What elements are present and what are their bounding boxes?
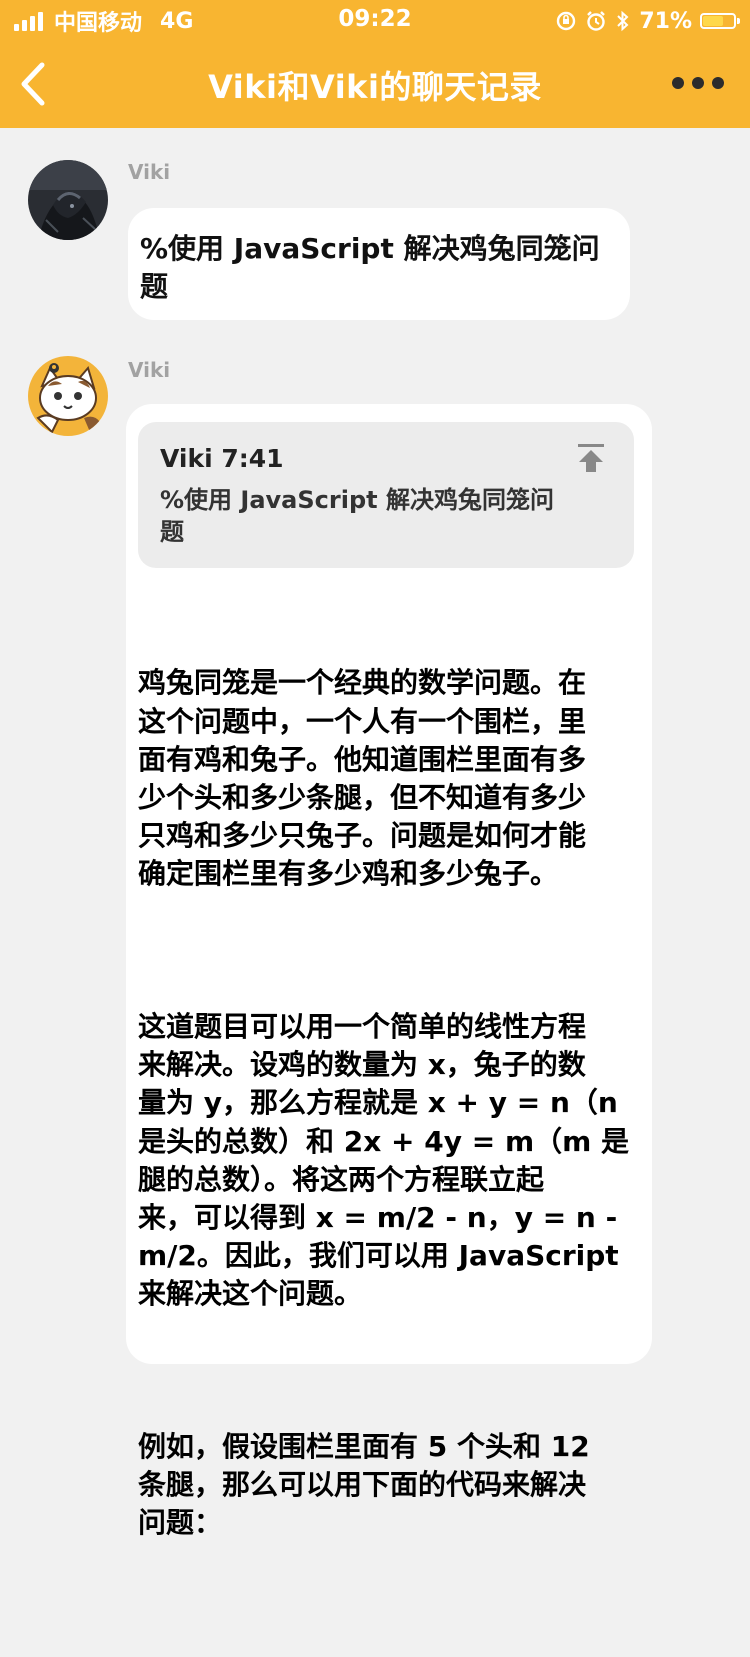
- avatar[interactable]: [28, 160, 108, 240]
- status-right: 71%: [555, 6, 740, 36]
- quoted-message[interactable]: Viki 7:41 %使用 JavaScript 解决鸡兔同笼问 题: [138, 422, 634, 568]
- status-bar: 中国移动 4G 09:22 71%: [0, 0, 750, 40]
- scroll-to-top-icon[interactable]: [576, 442, 606, 474]
- dark-anime-avatar-icon: [28, 160, 108, 240]
- page-title: Viki和Viki的聊天记录: [208, 68, 542, 106]
- dot-icon: [712, 77, 724, 89]
- reply-paragraph: 鸡兔同笼是一个经典的数学问题。在 这个问题中，一个人有一个围栏，里 面有鸡和兔子…: [138, 666, 587, 891]
- avatar[interactable]: [28, 356, 108, 436]
- nav-bar: Viki和Viki的聊天记录: [0, 40, 750, 128]
- quote-header: Viki 7:41: [160, 444, 284, 473]
- battery-percent: 71%: [639, 8, 692, 34]
- rotation-lock-icon: [557, 11, 576, 31]
- message-text: %使用 JavaScript 解决鸡兔同笼问 题: [140, 232, 600, 303]
- alarm-icon: [587, 11, 606, 31]
- battery-icon: [700, 13, 740, 29]
- reply-paragraph: 这道题目可以用一个简单的线性方程 来解决。设鸡的数量为 x，兔子的数 量为 y，…: [138, 1010, 630, 1311]
- bluetooth-icon: [617, 10, 629, 32]
- cat-avatar-icon: [28, 356, 108, 436]
- chevron-left-icon: [21, 62, 45, 106]
- dot-icon: [692, 77, 704, 89]
- sender-name: Viki: [128, 160, 171, 184]
- reply-paragraph: 例如，假设围栏里面有 5 个头和 12 条腿，那么可以用下面的代码来解决 问题：: [138, 1430, 590, 1540]
- back-button[interactable]: [8, 54, 58, 114]
- message-bubble[interactable]: %使用 JavaScript 解决鸡兔同笼问 题: [128, 208, 630, 320]
- more-options-button[interactable]: [672, 68, 724, 98]
- sender-name: Viki: [128, 358, 171, 382]
- quote-text: %使用 JavaScript 解决鸡兔同笼问 题: [160, 486, 554, 546]
- reply-text: 鸡兔同笼是一个经典的数学问题。在 这个问题中，一个人有一个围栏，里 面有鸡和兔子…: [138, 588, 638, 1657]
- battery-fill: [703, 16, 723, 26]
- dot-icon: [672, 77, 684, 89]
- message-bubble[interactable]: Viki 7:41 %使用 JavaScript 解决鸡兔同笼问 题 鸡兔同笼是…: [126, 404, 652, 1539]
